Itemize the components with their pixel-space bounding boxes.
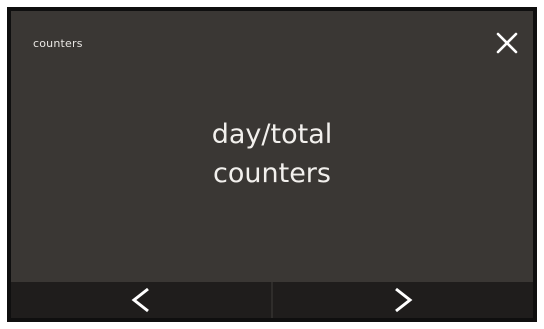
footer-nav (11, 282, 533, 318)
next-button[interactable] (273, 282, 533, 318)
main-message: day/total counters (11, 115, 533, 193)
previous-button[interactable] (11, 282, 271, 318)
chevron-right-icon (395, 287, 413, 313)
main-message-line-1: day/total (211, 119, 333, 150)
device-frame: counters day/total counters (7, 7, 537, 322)
chevron-left-icon (131, 287, 149, 313)
screen: counters day/total counters (11, 11, 533, 318)
close-icon (496, 32, 518, 54)
page-title: counters (33, 37, 83, 50)
close-button[interactable] (493, 29, 521, 57)
main-message-line-2: counters (213, 158, 331, 189)
